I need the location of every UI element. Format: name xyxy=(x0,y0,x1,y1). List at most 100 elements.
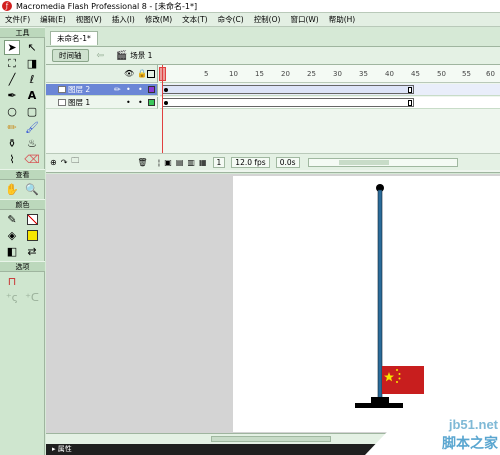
watermark: jb51.net 脚本之家 xyxy=(365,405,500,455)
layer-1-frames[interactable] xyxy=(160,97,500,109)
ruler-tick: 55 xyxy=(462,70,471,78)
frame-ruler[interactable]: 5 10 15 20 25 30 35 40 45 50 55 60 xyxy=(160,65,500,83)
pen-tool-icon[interactable]: ✒ xyxy=(4,88,20,103)
menu-help[interactable]: 帮助(H) xyxy=(324,14,361,25)
layer-color-box[interactable] xyxy=(148,99,155,106)
layer-name: 图层 2 xyxy=(68,85,91,94)
add-layer-icon[interactable]: ⊕ xyxy=(50,158,57,167)
paint-bucket-tool-icon[interactable]: ♨ xyxy=(24,136,40,151)
smooth-option-icon[interactable]: ⁺ς xyxy=(4,290,20,305)
frame-span[interactable] xyxy=(162,98,414,107)
ruler-tick: 15 xyxy=(255,70,264,78)
edit-multiple-icon[interactable]: ▥ xyxy=(187,158,195,167)
visibility-dot[interactable]: • xyxy=(126,97,131,109)
ruler-tick: 45 xyxy=(411,70,420,78)
back-arrow-icon[interactable]: ⇦ xyxy=(97,51,105,61)
lock-dot[interactable]: • xyxy=(138,84,143,96)
fill-swatch[interactable] xyxy=(24,228,40,243)
tools-panel: 工具 ➤ ↖ ⛶ ◨ ╱ ℓ ✒ A ○ ▢ ✏ 🖌 ⚱ ♨ ⌇ ⌫ 查看 ✋ … xyxy=(0,27,45,455)
lasso-tool-icon[interactable]: ℓ xyxy=(24,72,40,87)
end-frame[interactable] xyxy=(408,100,412,106)
menu-control[interactable]: 控制(O) xyxy=(249,14,286,25)
center-frame-icon[interactable]: ¦ xyxy=(158,158,161,167)
menu-file[interactable]: 文件(F) xyxy=(0,14,35,25)
elapsed-time: 0.0s xyxy=(275,156,300,168)
subselection-tool-icon[interactable]: ↖ xyxy=(24,40,40,55)
layer-2-frames[interactable] xyxy=(160,84,500,96)
layer-icon xyxy=(58,99,66,106)
menu-text[interactable]: 文本(T) xyxy=(177,14,212,25)
stage-canvas xyxy=(355,184,424,408)
flash-app-icon: ƒ xyxy=(2,1,12,11)
document-tab[interactable]: 未命名-1* xyxy=(50,31,98,45)
ruler-tick: 5 xyxy=(204,70,209,78)
stroke-swatch[interactable] xyxy=(24,212,40,227)
eye-icon[interactable]: 👁 xyxy=(124,69,134,78)
onion-markers-icon[interactable]: ▦ xyxy=(199,158,207,167)
menu-bar: 文件(F) 编辑(E) 视图(V) 插入(I) 修改(M) 文本(T) 命令(C… xyxy=(0,13,500,27)
free-transform-tool-icon[interactable]: ⛶ xyxy=(4,56,20,71)
scrollbar-thumb[interactable] xyxy=(211,436,331,442)
fill-color-icon[interactable]: ◈ xyxy=(4,228,20,243)
lock-icon[interactable]: 🔒 xyxy=(137,69,147,78)
ruler-tick: 60 xyxy=(486,70,495,78)
ruler-tick: 40 xyxy=(385,70,394,78)
menu-view[interactable]: 视图(V) xyxy=(71,14,107,25)
frame-span[interactable] xyxy=(162,85,414,94)
pencil-icon: ✏ xyxy=(114,85,121,94)
text-tool-icon[interactable]: A xyxy=(24,88,40,103)
watermark-text: 脚本之家 xyxy=(442,436,498,452)
document-tab-bar: 未命名-1* xyxy=(46,27,500,47)
swap-colors-icon[interactable]: ⇄ xyxy=(24,244,40,259)
scrollbar-thumb[interactable] xyxy=(338,159,389,165)
hand-tool-icon[interactable]: ✋ xyxy=(4,182,20,197)
rectangle-tool-icon[interactable]: ▢ xyxy=(24,104,40,119)
end-frame[interactable] xyxy=(408,87,412,93)
menu-commands[interactable]: 命令(C) xyxy=(213,14,249,25)
frame-rate: 12.0 fps xyxy=(231,156,270,168)
add-guide-icon[interactable]: ↷ xyxy=(61,158,68,167)
pencil-tool-icon[interactable]: ✏ xyxy=(4,120,20,135)
stroke-color-icon[interactable]: ✎ xyxy=(4,212,20,227)
layer-name: 图层 1 xyxy=(68,98,91,107)
timeline-scrollbar[interactable] xyxy=(307,157,458,167)
fill-transform-tool-icon[interactable]: ◨ xyxy=(24,56,40,71)
eyedropper-tool-icon[interactable]: ⌇ xyxy=(4,152,20,167)
scene-label[interactable]: 场景 1 xyxy=(130,50,152,61)
watermark-url: jb51.net xyxy=(448,417,498,432)
eraser-tool-icon[interactable]: ⌫ xyxy=(24,152,40,167)
timeline-toggle-button[interactable]: 时间轴 xyxy=(52,49,89,62)
menu-modify[interactable]: 修改(M) xyxy=(140,14,177,25)
ink-bottle-tool-icon[interactable]: ⚱ xyxy=(4,136,20,151)
lock-dot[interactable]: • xyxy=(138,97,143,109)
visibility-dot[interactable]: • xyxy=(126,84,131,96)
layer-icon xyxy=(58,86,66,93)
layer-row-2[interactable]: 图层 2 ✏ • • xyxy=(46,84,158,96)
menu-insert[interactable]: 插入(I) xyxy=(107,14,140,25)
onion-outline-icon[interactable]: ▤ xyxy=(176,158,184,167)
black-white-icon[interactable]: ◧ xyxy=(4,244,20,259)
straighten-option-icon[interactable]: ⁺ᑕ xyxy=(24,290,40,305)
menu-window[interactable]: 窗口(W) xyxy=(285,14,323,25)
menu-edit[interactable]: 编辑(E) xyxy=(35,14,71,25)
add-folder-icon[interactable]: 🗀 xyxy=(71,155,79,169)
zoom-tool-icon[interactable]: 🔍 xyxy=(24,182,40,197)
title-bar: ƒ Macromedia Flash Professional 8 - [未命名… xyxy=(0,0,500,13)
onion-skin-icon[interactable]: ▣ xyxy=(164,158,172,167)
delete-layer-icon[interactable]: 🗑 xyxy=(137,158,147,167)
ruler-tick: 35 xyxy=(359,70,368,78)
layer-color-box[interactable] xyxy=(148,86,155,93)
line-tool-icon[interactable]: ╱ xyxy=(4,72,20,87)
stage[interactable] xyxy=(233,176,500,432)
outline-icon[interactable] xyxy=(147,70,155,78)
oval-tool-icon[interactable]: ○ xyxy=(4,104,20,119)
view-header: 查看 xyxy=(0,169,45,180)
snap-magnet-icon[interactable]: ⊓ xyxy=(4,274,20,289)
selection-tool-icon[interactable]: ➤ xyxy=(4,40,20,55)
brush-tool-icon[interactable]: 🖌 xyxy=(24,120,40,135)
keyframe[interactable] xyxy=(164,101,168,105)
layer-row-1[interactable]: 图层 1 • • xyxy=(46,97,158,109)
ruler-tick: 25 xyxy=(307,70,316,78)
scene-icon: 🎬 xyxy=(116,50,128,61)
keyframe[interactable] xyxy=(164,88,168,92)
